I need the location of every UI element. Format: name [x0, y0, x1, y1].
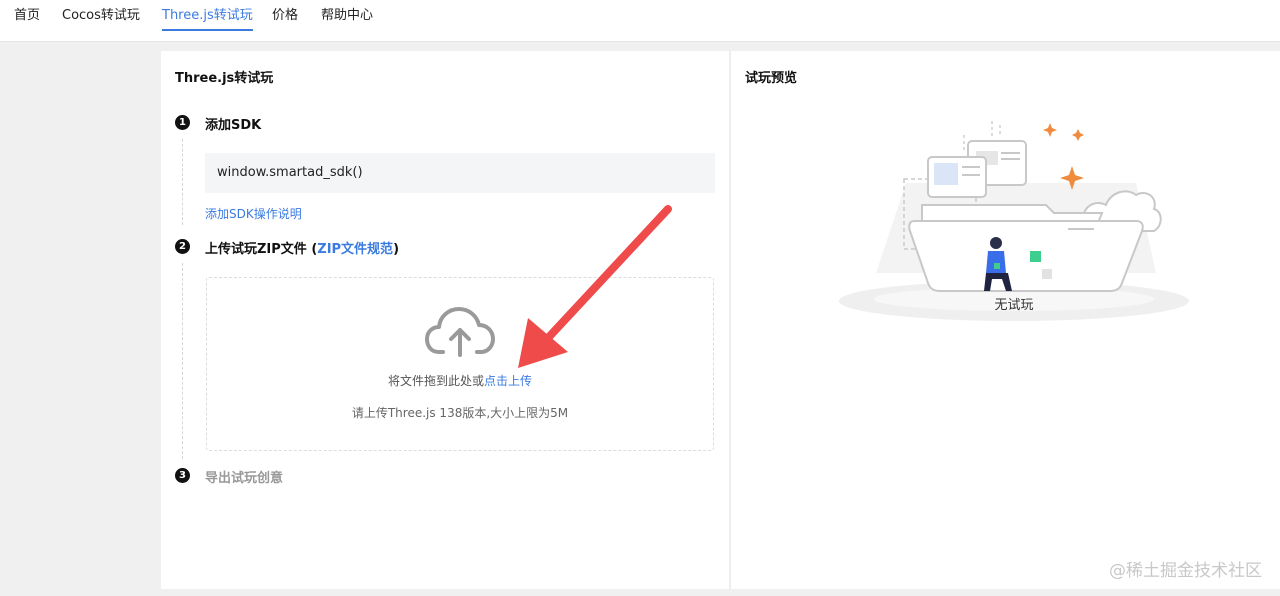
step-2-text-end: ) [393, 242, 400, 257]
step-3-badge: 3 [175, 468, 190, 483]
sdk-help-link[interactable]: 添加SDK操作说明 [205, 205, 302, 222]
zip-spec-link[interactable]: ZIP文件规范 [317, 242, 393, 257]
tab-help[interactable]: 帮助中心 [321, 7, 373, 25]
upload-hint: 请上传Three.js 138版本,大小上限为5M [351, 406, 569, 420]
tab-cocos[interactable]: Cocos转试玩 [62, 7, 140, 25]
step-connector [182, 139, 183, 225]
preview-title: 试玩预览 [745, 71, 798, 86]
preview-panel: 试玩预览 无试玩 [730, 51, 1280, 589]
watermark: @稀土掘金技术社区 [1109, 561, 1262, 581]
step-1-badge: 1 [175, 115, 190, 130]
click-upload-link[interactable]: 点击上传 [484, 374, 532, 388]
upload-prompt-text: 将文件拖到此处或 [387, 374, 484, 388]
step-connector [182, 263, 183, 459]
upload-dropzone[interactable]: 将文件拖到此处或点击上传 请上传Three.js 138版本,大小上限为5M [206, 277, 714, 451]
step-2-label: 上传试玩ZIP文件 (ZIP文件规范) [205, 238, 399, 257]
step-1-label: 添加SDK [205, 118, 262, 133]
step-3-label: 导出试玩创意 [205, 471, 284, 486]
sdk-code-box[interactable]: window.smartad_sdk() [205, 153, 715, 193]
top-nav: 首页 Cocos转试玩 Three.js转试玩 价格 帮助中心 [0, 0, 1280, 42]
tab-threejs[interactable]: Three.js转试玩 [162, 7, 253, 31]
empty-state-text: 无试玩 [994, 298, 1034, 313]
step-2-badge: 2 [175, 239, 190, 254]
panel-title: Three.js转试玩 [175, 71, 274, 86]
cloud-upload-icon [425, 307, 495, 357]
upload-prompt: 将文件拖到此处或点击上传 [207, 372, 713, 389]
convert-panel: Three.js转试玩 1 添加SDK window.smartad_sdk()… [161, 51, 729, 589]
tab-home[interactable]: 首页 [14, 7, 40, 25]
empty-folder-illustration [839, 121, 1189, 321]
tab-pricing[interactable]: 价格 [272, 7, 298, 25]
step-2-text: 上传试玩ZIP文件 ( [205, 242, 318, 257]
